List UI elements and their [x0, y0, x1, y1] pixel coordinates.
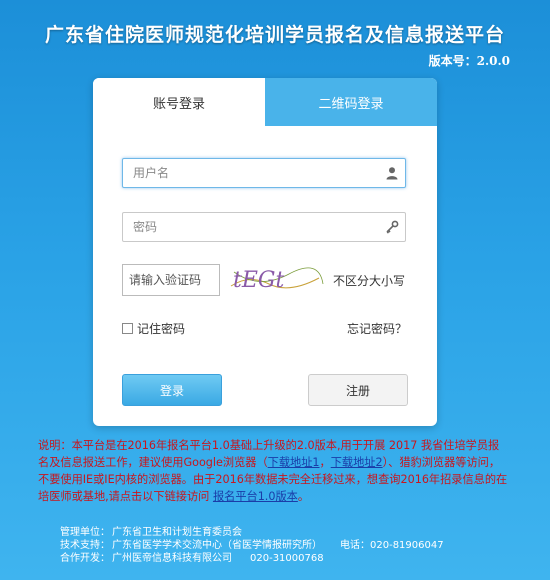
footer-manage-label: 管理单位： [60, 527, 110, 538]
password-field[interactable] [122, 212, 406, 242]
notice-end: 。 [297, 490, 310, 503]
captcha-hint: 不区分大小写 [333, 274, 406, 288]
user-icon [379, 166, 405, 180]
page-title: 广东省住院医师规范化培训学员报名及信息报送平台 [44, 24, 505, 46]
login-tabs: 账号登录 二维码登录 [93, 78, 437, 126]
captcha-image[interactable]: tEGt [229, 264, 325, 294]
remember-checkbox[interactable] [122, 323, 133, 334]
remember-label: 记住密码 [137, 322, 186, 336]
tab-account-login[interactable]: 账号登录 [93, 78, 265, 126]
forgot-password-link[interactable]: 忘记密码？ [347, 320, 407, 337]
footer-dev-value: 广州医帝信息科技有限公司 [112, 553, 232, 564]
notice-sep: ， [319, 456, 331, 469]
download-link-2[interactable]: 下载地址2 [331, 456, 383, 469]
download-link-1[interactable]: 下载地址1 [268, 456, 320, 469]
footer-manage: 管理单位： 广东省卫生和计划生育委员会 [60, 526, 444, 539]
register-button[interactable]: 注册 [308, 374, 408, 406]
captcha-text: tEGt [233, 268, 284, 293]
footer-tech-value: 广东省医学学术交流中心（省医学情报研究所） [112, 540, 322, 551]
username-field[interactable] [122, 158, 406, 188]
remember-password[interactable]: 记住密码 [122, 320, 185, 337]
footer-dev: 合作开发： 广州医帝信息科技有限公司 020-31000768 [60, 552, 444, 565]
login-panel: 账号登录 二维码登录 tEGt 不区分大小写 记住密码 忘记密码？ 登录 注册 [93, 78, 437, 426]
footer-dev-phone: 020-31000768 [250, 553, 324, 564]
tab-qr-login[interactable]: 二维码登录 [265, 78, 437, 126]
captcha-field[interactable] [122, 264, 220, 296]
login-button[interactable]: 登录 [122, 374, 222, 406]
key-icon [379, 220, 405, 234]
footer-dev-label: 合作开发： [60, 553, 110, 564]
footer-tech: 技术支持： 广东省医学学术交流中心（省医学情报研究所） 电话：020-81906… [60, 539, 444, 552]
notice-text: 说明：本平台是在2016年报名平台1.0基础上升级的2.0版本,用于开展 201… [38, 437, 508, 505]
password-input[interactable] [123, 214, 379, 240]
footer-tech-label: 技术支持： [60, 540, 110, 551]
footer: 管理单位： 广东省卫生和计划生育委员会 技术支持： 广东省医学学术交流中心（省医… [60, 526, 444, 565]
platform-v1-link[interactable]: 报名平台1.0版本 [213, 490, 298, 503]
username-input[interactable] [123, 160, 379, 186]
version-label: 版本号：2.0.0 [428, 54, 510, 68]
footer-manage-value: 广东省卫生和计划生育委员会 [112, 527, 242, 538]
captcha-input[interactable] [123, 273, 219, 287]
footer-tech-phone: 电话：020-81906047 [340, 540, 444, 551]
